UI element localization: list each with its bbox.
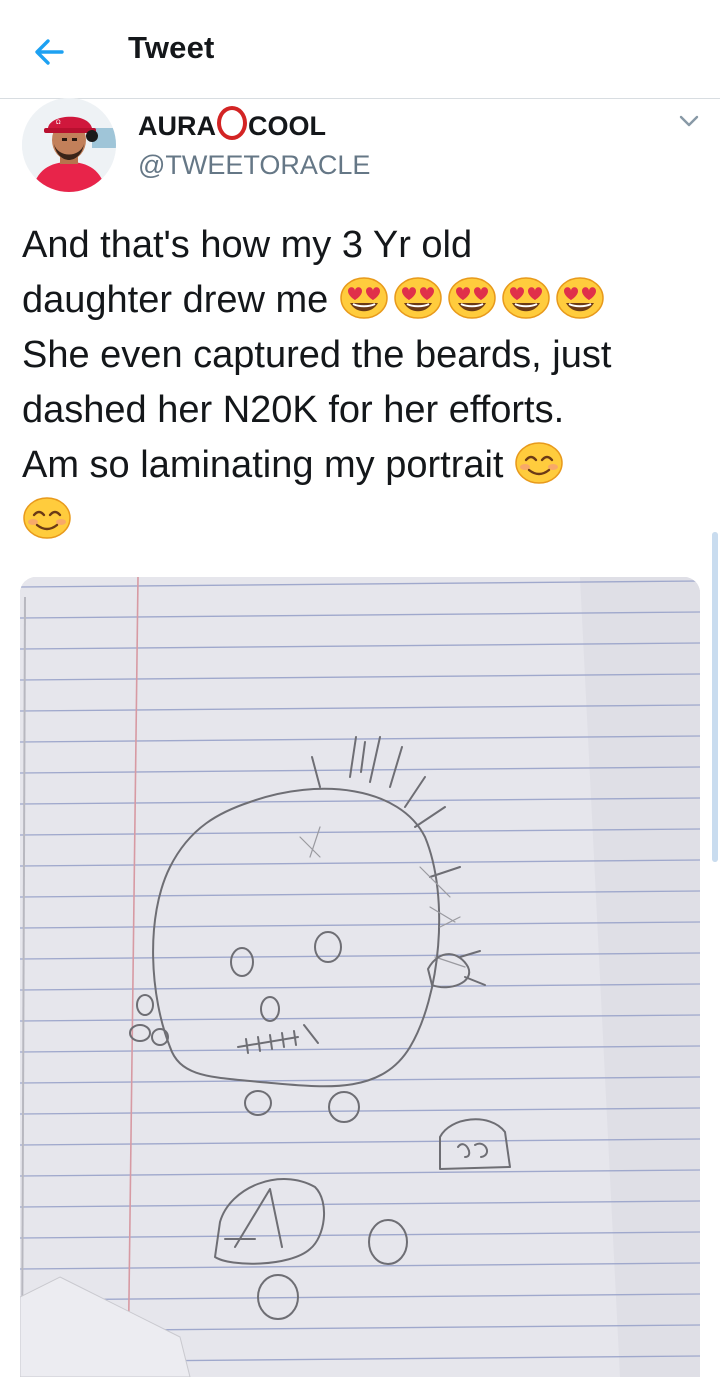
tweet-media-image[interactable]: [20, 577, 700, 1377]
heart-eyes-emoji-group: [339, 276, 609, 321]
heart-eyes-emoji-icon: [501, 276, 551, 320]
avatar[interactable]: Ω: [22, 98, 116, 192]
scrollbar[interactable]: [712, 532, 718, 862]
chevron-down-icon[interactable]: [676, 110, 702, 132]
author-handle[interactable]: @TWEETORACLE: [138, 150, 370, 181]
tweet-line: [22, 493, 712, 548]
tweet-line: dashed her N20K for her efforts.: [22, 389, 565, 431]
tweet-line: And that's how my 3 Yr old: [22, 224, 473, 266]
heart-eyes-emoji-icon: [339, 276, 389, 320]
top-app-bar: Tweet: [0, 0, 720, 99]
back-arrow-icon[interactable]: [28, 30, 72, 74]
heart-eyes-emoji-icon: [555, 276, 605, 320]
svg-text:Ω: Ω: [56, 119, 61, 126]
tweet-body: And that's how my 3 Yr old daughter drew…: [22, 218, 712, 548]
heart-eyes-emoji-icon: [447, 276, 497, 320]
tweet-line: She even captured the beards, just: [22, 334, 612, 376]
smiling-face-icon: [22, 496, 72, 540]
smiling-face-icon: [514, 441, 564, 485]
red-ring-icon: [217, 106, 247, 140]
page-title: Tweet: [128, 30, 215, 65]
tweet-line: Am so laminating my portrait: [22, 438, 712, 493]
scrollbar-thumb[interactable]: [712, 532, 718, 862]
heart-eyes-emoji-icon: [393, 276, 443, 320]
tweet-author-row: Ω AURA COOL @TWEETORACLE: [0, 98, 720, 198]
tweet-line: daughter drew me: [22, 273, 712, 328]
author-display-name[interactable]: AURA COOL: [138, 106, 326, 142]
pencil-drawing-on-notebook-paper-icon: [20, 577, 700, 1377]
